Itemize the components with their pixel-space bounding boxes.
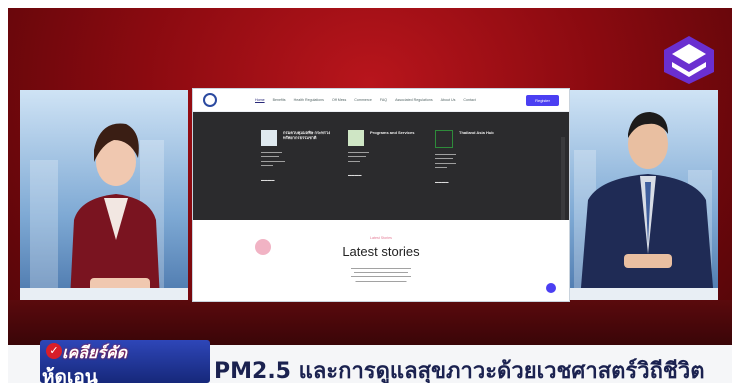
site-logo-icon bbox=[203, 93, 217, 107]
broadcast-frame: Home Benefits Health Regulations Off Mes… bbox=[0, 0, 740, 383]
guest-person bbox=[580, 112, 714, 300]
episode-title: PM2.5 และการดูแลสุขภาวะด้วยเวชศาสตร์วิถี… bbox=[214, 359, 705, 383]
partner-card-link[interactable]: ▬▬▬▬ bbox=[435, 180, 515, 184]
partner-logo-icon bbox=[348, 130, 364, 146]
host-person bbox=[70, 123, 160, 300]
partners-section: กรมควบคุมมลพิษ กระทรวงทรัพยากรธรรมชาติ ▬… bbox=[193, 112, 569, 237]
partner-card: Programs and Services ▬▬▬▬▬▬▬ ▬▬▬▬▬▬ ▬▬▬▬ … bbox=[348, 130, 428, 177]
partner-card: Thailand Asia Hub ▬▬▬▬▬▬▬ ▬▬▬▬▬▬ ▬▬▬▬▬▬▬ ▬▬… bbox=[435, 130, 515, 184]
website-monitor: Home Benefits Health Regulations Off Mes… bbox=[192, 88, 570, 302]
partner-card-text: ▬▬▬▬▬▬▬ ▬▬▬▬▬▬ ▬▬▬▬▬▬▬▬ ▬▬▬▬ bbox=[261, 150, 285, 168]
nav-link[interactable]: Commerce bbox=[354, 98, 372, 102]
desk bbox=[20, 288, 188, 300]
site-navbar: Home Benefits Health Regulations Off Mes… bbox=[193, 89, 569, 112]
channel-logo-icon bbox=[664, 36, 714, 84]
nav-link[interactable]: Benefits bbox=[273, 98, 286, 102]
partner-logo-icon bbox=[435, 130, 453, 148]
desk bbox=[570, 288, 718, 300]
stories-title: Latest stories bbox=[342, 244, 420, 259]
partner-card-link[interactable]: ▬▬▬▬ bbox=[261, 178, 341, 182]
chat-bubble-icon[interactable] bbox=[546, 283, 556, 293]
partner-card-text: ▬▬▬▬▬▬▬ ▬▬▬▬▬▬ ▬▬▬▬▬▬▬ ▬▬▬▬ bbox=[435, 152, 456, 170]
nav-link[interactable]: About Us bbox=[441, 98, 456, 102]
stories-text: ▬▬▬▬▬▬▬▬▬▬▬▬▬▬▬▬▬▬▬▬ ▬▬▬▬▬▬▬▬▬▬▬▬▬▬▬▬▬▬ ▬▬… bbox=[351, 266, 411, 283]
nav-link[interactable]: Health Regulations bbox=[294, 98, 324, 102]
register-button[interactable]: Register bbox=[526, 94, 559, 106]
checkmark-icon: ✓ bbox=[46, 343, 62, 359]
nav-link[interactable]: Off Mess bbox=[332, 98, 346, 102]
left-camera-panel bbox=[20, 90, 188, 300]
partner-card: กรมควบคุมมลพิษ กระทรวงทรัพยากรธรรมชาติ ▬… bbox=[261, 130, 341, 182]
nav-link[interactable]: Contact bbox=[463, 98, 475, 102]
studio-desk-band bbox=[8, 300, 732, 345]
nav-link[interactable]: Associated Regulations bbox=[395, 98, 433, 102]
stories-kicker: Latest Stories bbox=[370, 236, 392, 240]
nav-link-home[interactable]: Home bbox=[255, 98, 265, 102]
stories-section: Latest Stories Latest stories ▬▬▬▬▬▬▬▬▬▬… bbox=[193, 220, 569, 301]
nav-link[interactable]: FAQ bbox=[380, 98, 387, 102]
show-name-sub: ห้ดเอน bbox=[42, 366, 98, 383]
partner-card-link[interactable]: ▬▬▬▬ bbox=[348, 173, 428, 177]
partner-card-text: ▬▬▬▬▬▬▬ ▬▬▬▬▬▬ ▬▬▬▬ bbox=[348, 150, 369, 163]
right-camera-panel bbox=[570, 90, 718, 300]
partner-logo-icon bbox=[261, 130, 277, 146]
